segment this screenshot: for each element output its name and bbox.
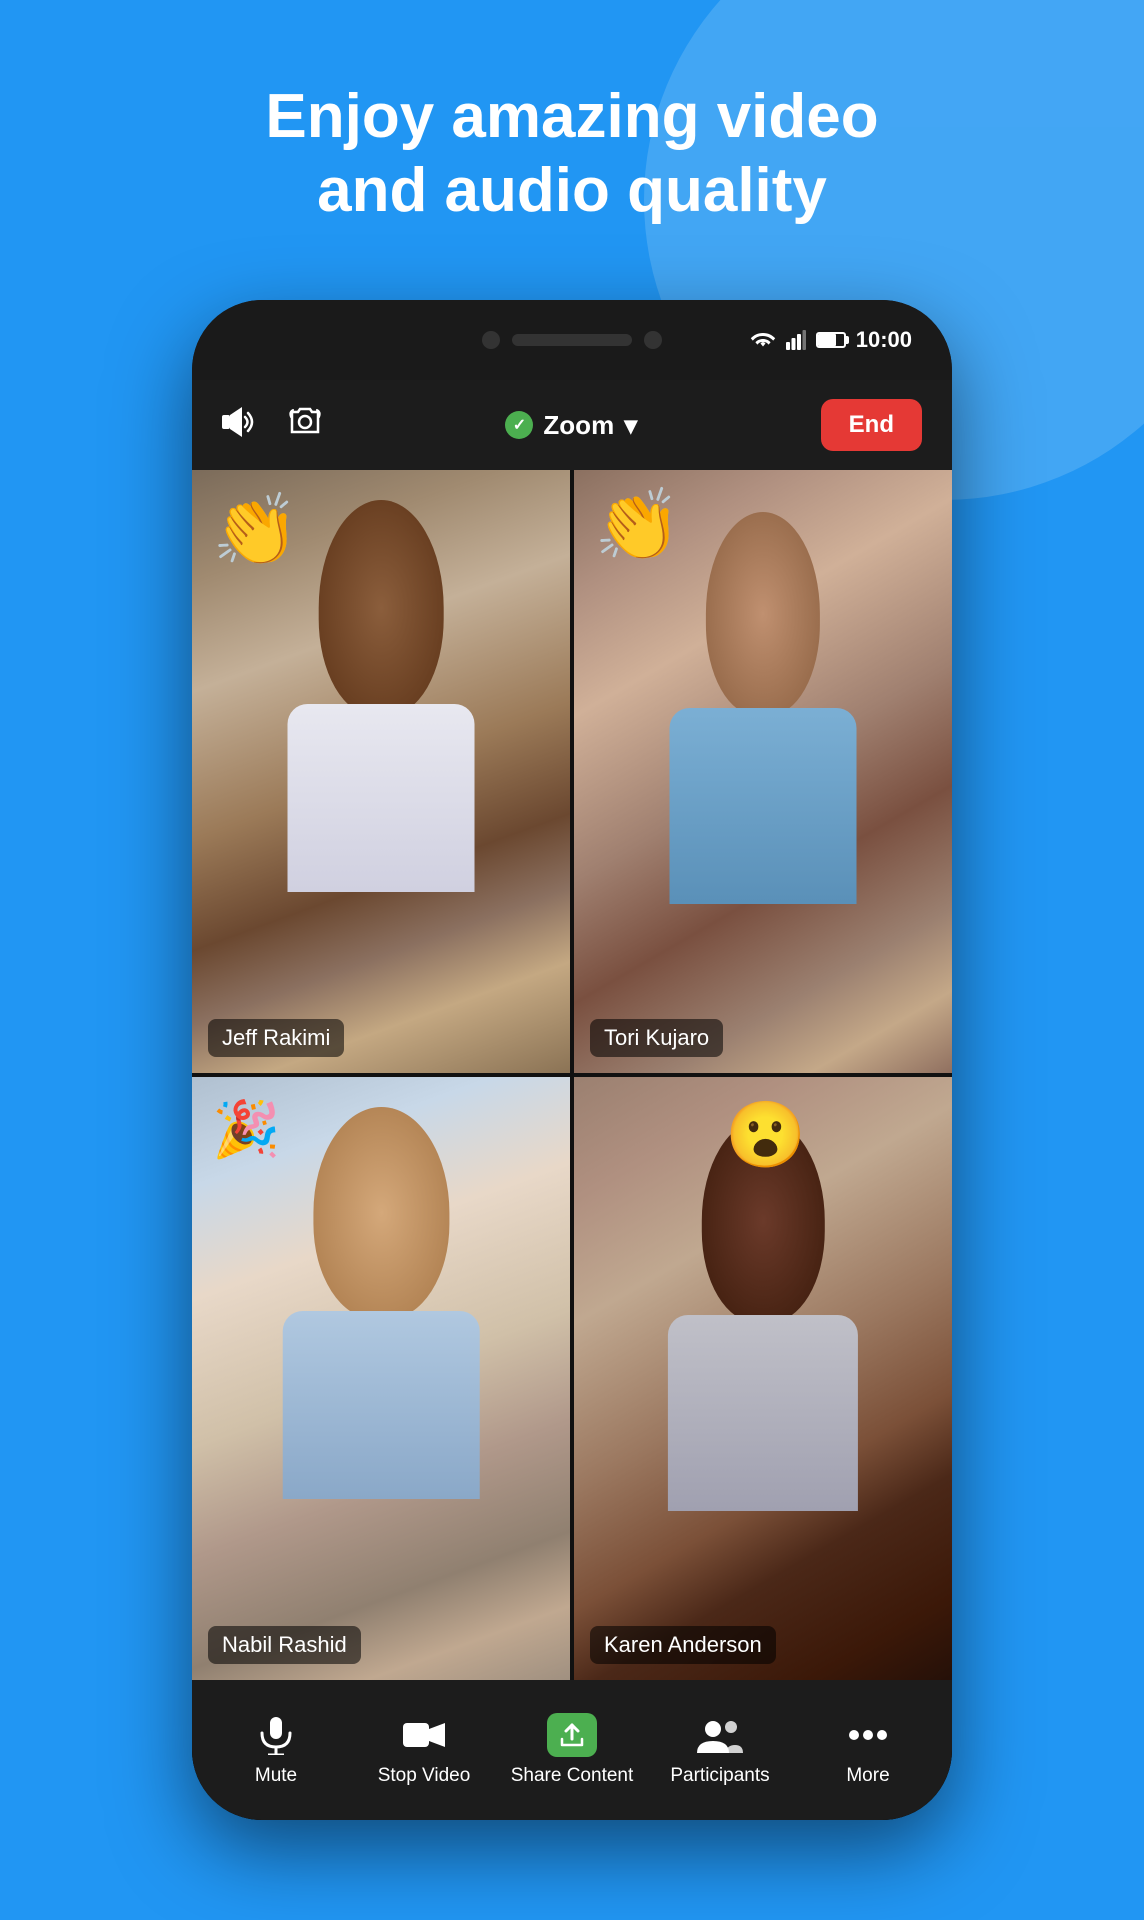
headline: Enjoy amazing video and audio quality (0, 80, 1144, 229)
phone-screen: ✓ Zoom ▾ End 👏 Jeff Ra (192, 380, 952, 1820)
video-cell-jeff: 👏 Jeff Rakimi (192, 470, 570, 1073)
nabil-face-area (271, 1107, 490, 1499)
share-content-button[interactable]: Share Content (498, 1713, 646, 1787)
jeff-emoji: 👏 (212, 490, 299, 572)
video-cell-karen: 😮 Karen Anderson (574, 1077, 952, 1680)
battery-icon (816, 332, 846, 348)
phone-notch: 10:00 (192, 300, 952, 380)
tori-emoji: 👏 (594, 485, 681, 567)
karen-emoji: 😮 (725, 1097, 806, 1173)
karen-face-area (657, 1119, 869, 1511)
tori-shirt (669, 708, 856, 904)
time-display: 10:00 (856, 327, 912, 353)
tori-name-label: Tori Kujaro (590, 1019, 723, 1057)
speaker-bar (512, 334, 632, 346)
participants-icon (690, 1713, 750, 1757)
video-grid: 👏 Jeff Rakimi 👏 Tori Kujaro (192, 470, 952, 1680)
nabil-emoji: 🎉 (212, 1097, 280, 1162)
nabil-head (313, 1107, 449, 1319)
dropdown-arrow: ▾ (624, 410, 637, 441)
zoom-branding: ✓ Zoom ▾ (352, 410, 791, 441)
camera-dot-2 (644, 331, 662, 349)
headline-line2: and audio quality (317, 156, 827, 225)
signal-icon (786, 330, 806, 350)
headline-line1: Enjoy amazing video (265, 82, 878, 151)
jeff-shirt (287, 704, 474, 892)
stop-video-button[interactable]: Stop Video (350, 1713, 498, 1787)
phone-body: 10:00 (192, 300, 952, 1820)
participants-label: Participants (670, 1765, 769, 1787)
jeff-head (319, 500, 444, 716)
more-label: More (846, 1765, 889, 1787)
share-icon-wrapper (542, 1713, 602, 1757)
video-cell-tori: 👏 Tori Kujaro (574, 470, 952, 1073)
camera-area (482, 331, 662, 349)
share-green-background (547, 1713, 597, 1757)
bottom-toolbar: Mute Stop Video (192, 1680, 952, 1820)
app-name: Zoom (543, 410, 614, 441)
end-meeting-button[interactable]: End (821, 399, 922, 451)
video-camera-icon (394, 1713, 454, 1757)
participants-button[interactable]: Participants (646, 1713, 794, 1787)
mute-label: Mute (255, 1765, 297, 1787)
more-button[interactable]: More (794, 1713, 942, 1787)
phone-mockup: 10:00 (192, 300, 952, 1820)
mute-button[interactable]: Mute (202, 1713, 350, 1787)
video-cell-nabil: 🎉 Nabil Rashid (192, 1077, 570, 1680)
camera-dot-1 (482, 331, 500, 349)
wifi-icon (750, 330, 776, 350)
jeff-name-label: Jeff Rakimi (208, 1019, 344, 1057)
shield-icon: ✓ (505, 411, 533, 439)
meeting-topbar: ✓ Zoom ▾ End (192, 380, 952, 470)
ellipsis-icon (838, 1713, 898, 1757)
camera-flip-button[interactable] (288, 407, 322, 444)
stop-video-label: Stop Video (378, 1765, 471, 1787)
karen-name-label: Karen Anderson (590, 1626, 776, 1664)
status-bar: 10:00 (750, 300, 912, 380)
jeff-face-area (277, 500, 485, 892)
share-content-label: Share Content (511, 1765, 634, 1787)
nabil-name-label: Nabil Rashid (208, 1626, 361, 1664)
tori-face-area (659, 512, 867, 904)
nabil-shirt (282, 1311, 479, 1499)
audio-button[interactable] (222, 407, 258, 444)
karen-shirt (668, 1315, 859, 1511)
microphone-icon (246, 1713, 306, 1757)
tori-head (706, 512, 820, 716)
